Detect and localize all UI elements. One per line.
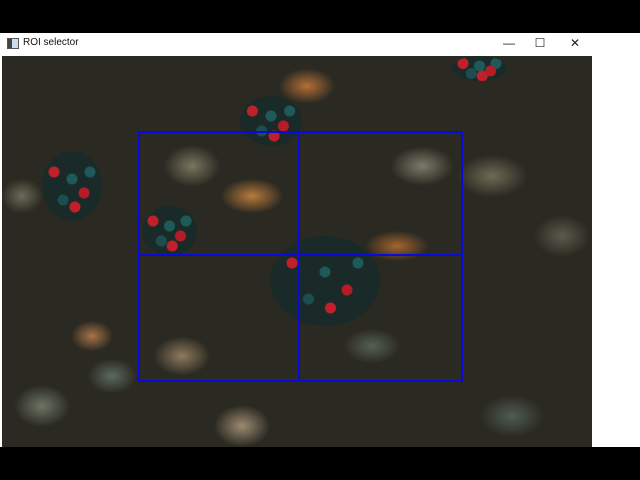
- roi-selector-window: ROI selector — ☐ ✕: [0, 33, 640, 447]
- image-canvas[interactable]: [2, 56, 592, 447]
- window-title: ROI selector: [23, 37, 79, 48]
- roi-crosshair-horizontal: [138, 254, 463, 256]
- maximize-button[interactable]: ☐: [523, 33, 557, 55]
- close-button[interactable]: ✕: [558, 33, 592, 55]
- title-bar[interactable]: ROI selector — ☐ ✕: [0, 33, 640, 55]
- berry-cluster: [452, 56, 507, 81]
- roi-rectangle[interactable]: [138, 131, 463, 382]
- berry-cluster: [42, 151, 102, 221]
- minimize-button[interactable]: —: [492, 33, 526, 55]
- app-icon: [7, 38, 19, 49]
- roi-crosshair-vertical: [298, 131, 300, 382]
